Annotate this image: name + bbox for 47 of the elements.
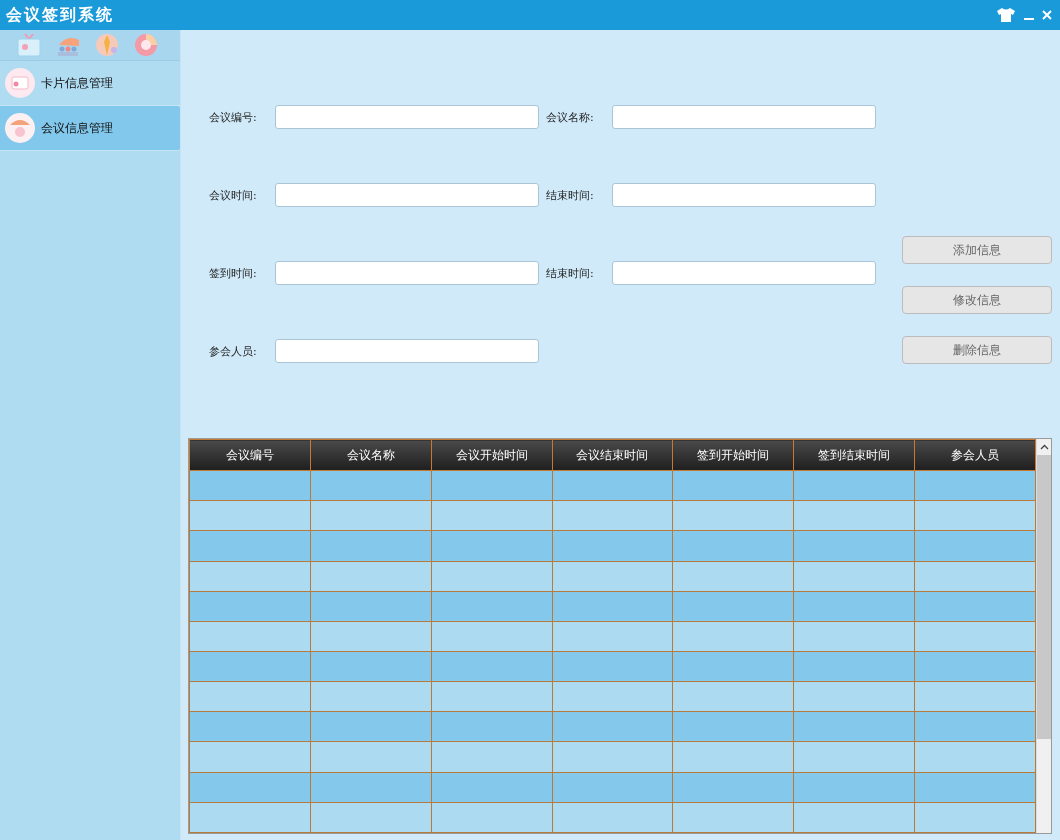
action-button[interactable]: 删除信息 [902, 336, 1052, 364]
input-field[interactable] [275, 183, 539, 207]
field-label: 会议名称: [546, 109, 595, 125]
field-label: 参会人员: [209, 343, 258, 359]
pie-chart-icon[interactable] [133, 32, 159, 58]
input-field[interactable] [612, 105, 876, 129]
input-field[interactable] [612, 183, 876, 207]
torch-icon[interactable] [94, 32, 120, 58]
column-header[interactable]: 签到结束时间 [793, 439, 915, 471]
action-button[interactable]: 添加信息 [902, 236, 1052, 264]
window-title: 会议签到系统 [6, 4, 114, 26]
table-row[interactable] [189, 470, 1036, 501]
table-row[interactable] [189, 681, 1036, 712]
column-header[interactable]: 会议名称 [310, 439, 432, 471]
table-row[interactable] [189, 651, 1036, 682]
sidebar-item[interactable]: 会议信息管理 [0, 106, 180, 151]
input-field[interactable] [612, 261, 876, 285]
table-row[interactable] [189, 621, 1036, 652]
avatar-icon [5, 113, 35, 143]
column-header[interactable]: 会议结束时间 [552, 439, 673, 471]
scroll-up-icon[interactable] [1039, 444, 1049, 450]
table-row[interactable] [189, 741, 1036, 773]
table-row[interactable] [189, 500, 1036, 531]
table-row[interactable] [189, 711, 1036, 742]
input-field[interactable] [275, 261, 539, 285]
table-row[interactable] [189, 802, 1036, 833]
scroll-thumb[interactable] [1037, 455, 1051, 739]
column-header[interactable]: 会议开始时间 [431, 439, 553, 471]
field-label: 签到时间: [209, 265, 258, 281]
table-row[interactable] [189, 591, 1036, 622]
column-header[interactable]: 参会人员 [914, 439, 1036, 471]
field-label: 会议编号: [209, 109, 258, 125]
input-field[interactable] [275, 105, 539, 129]
avatar-icon [5, 68, 35, 98]
card-icon[interactable] [16, 32, 42, 58]
column-header[interactable]: 会议编号 [189, 439, 311, 471]
action-button[interactable]: 修改信息 [902, 286, 1052, 314]
field-label: 结束时间: [546, 265, 595, 281]
scrollbar[interactable] [1036, 439, 1051, 833]
table-row[interactable] [189, 772, 1036, 803]
shirt-icon[interactable] [996, 7, 1016, 23]
column-header[interactable]: 签到开始时间 [672, 439, 794, 471]
input-field[interactable] [275, 339, 539, 363]
field-label: 结束时间: [546, 187, 595, 203]
field-label: 会议时间: [209, 187, 258, 203]
table-row[interactable] [189, 561, 1036, 592]
table-row[interactable] [189, 530, 1036, 562]
